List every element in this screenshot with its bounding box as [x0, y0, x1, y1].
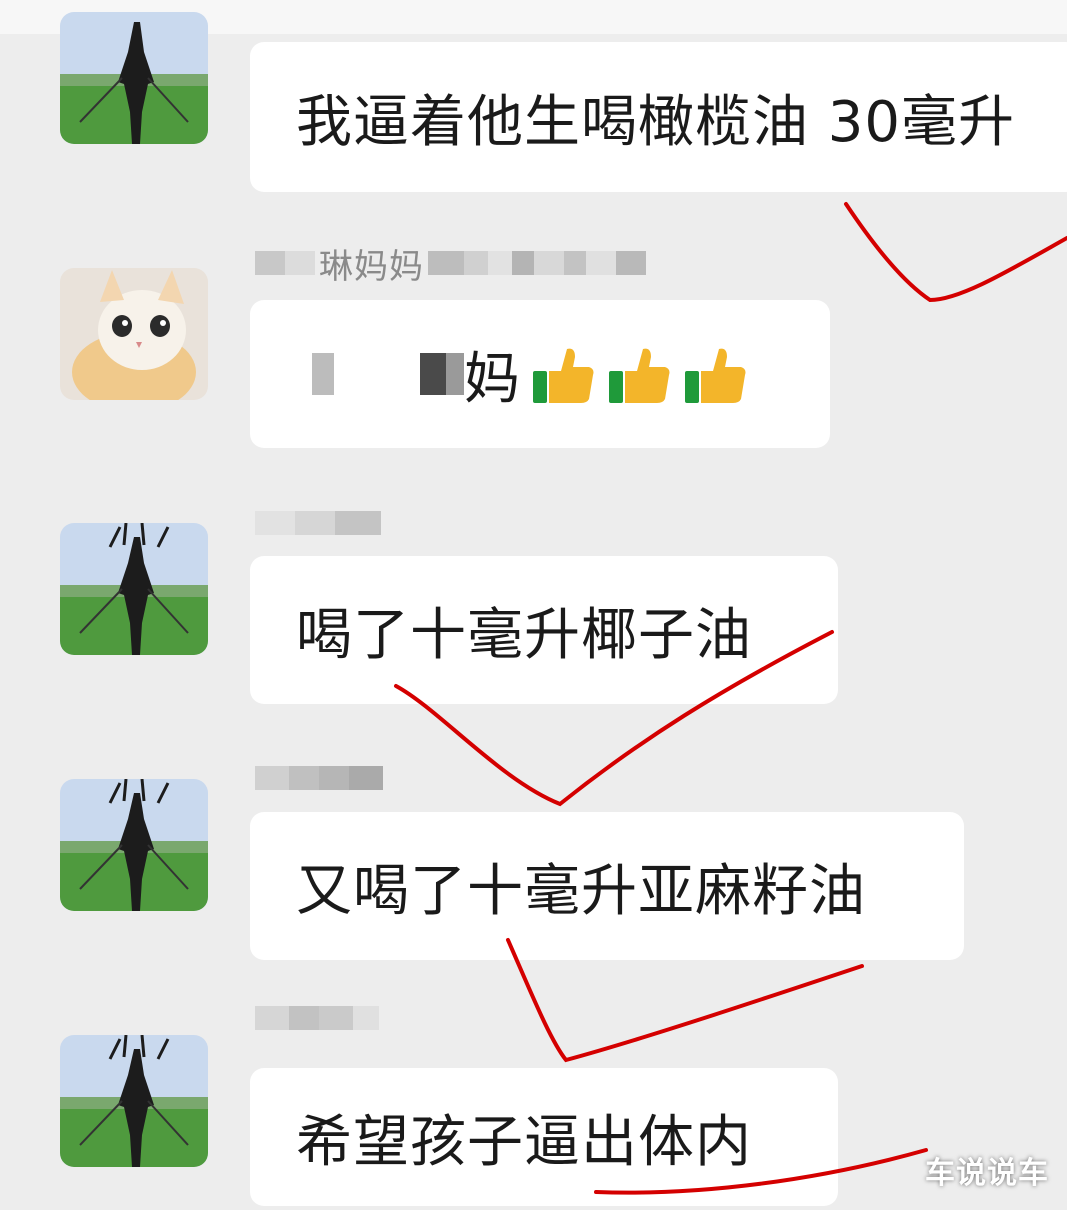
- sender-name: [255, 1000, 379, 1036]
- avatar[interactable]: [60, 268, 208, 400]
- message-text: 我逼着他生喝橄榄油 30毫升: [296, 89, 1016, 155]
- blurred-text: [312, 353, 334, 395]
- sender-name-text: 琳妈妈: [319, 246, 424, 287]
- message-bubble[interactable]: 妈: [250, 300, 830, 448]
- message-bubble[interactable]: 我逼着他生喝橄榄油 30毫升: [250, 42, 1067, 192]
- avatar[interactable]: [60, 1035, 208, 1167]
- message-bubble[interactable]: 希望孩子逼出体内: [250, 1068, 838, 1206]
- blurred-text: [420, 353, 446, 395]
- thumbs-up-icon: [607, 341, 673, 407]
- avatar[interactable]: [60, 12, 208, 144]
- sender-name: 琳妈妈: [255, 245, 646, 287]
- sender-name: [255, 505, 381, 541]
- thumbs-up-icon: [531, 341, 597, 407]
- message-text: 妈: [464, 346, 521, 412]
- avatar[interactable]: [60, 523, 208, 655]
- sender-name: [255, 760, 383, 796]
- message-bubble[interactable]: 喝了十毫升椰子油: [250, 556, 838, 704]
- message-bubble[interactable]: 又喝了十毫升亚麻籽油: [250, 812, 964, 960]
- message-text: 又喝了十毫升亚麻籽油: [296, 858, 866, 924]
- watermark: 车说说车: [925, 1156, 1049, 1191]
- message-text: 喝了十毫升椰子油: [296, 602, 752, 668]
- thumbs-up-icon: [683, 341, 749, 407]
- avatar[interactable]: [60, 779, 208, 911]
- message-text: 希望孩子逼出体内: [296, 1109, 752, 1175]
